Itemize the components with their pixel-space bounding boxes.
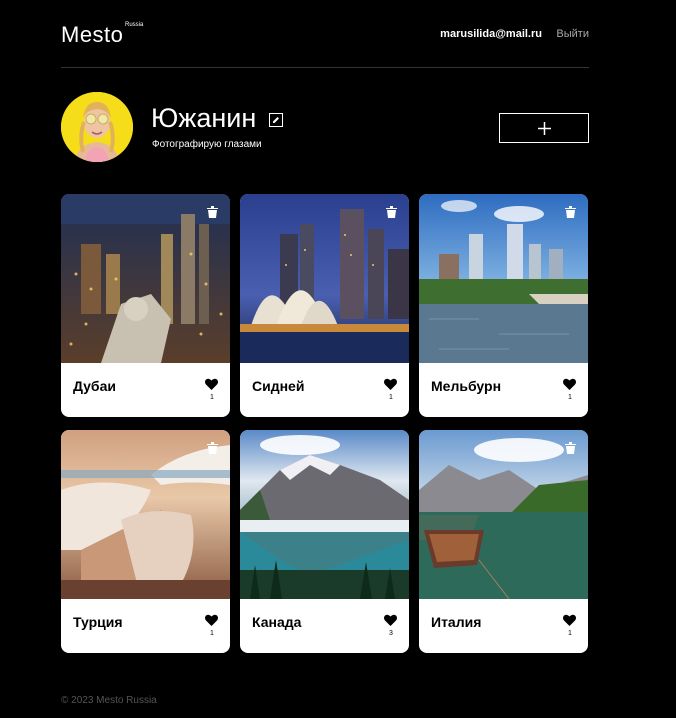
trash-icon[interactable]: [386, 206, 397, 218]
heart-icon[interactable]: [205, 378, 218, 390]
profile: Южанин Фотографирую глазами: [61, 92, 589, 162]
logout-link[interactable]: Выйти: [556, 28, 589, 40]
edit-profile-button[interactable]: [269, 113, 283, 127]
card-title: Дубаи: [73, 378, 116, 394]
card-image[interactable]: [419, 194, 588, 363]
card-image[interactable]: [240, 430, 409, 599]
card-image[interactable]: [61, 430, 230, 599]
logo[interactable]: Mesto: [61, 22, 123, 48]
card-footer: Дубаи 1: [61, 363, 230, 417]
like-count: 1: [389, 394, 393, 401]
logo-subtitle: Russia: [125, 22, 144, 28]
plus-icon: [538, 122, 551, 135]
heart-icon[interactable]: [563, 614, 576, 626]
site-header: Mesto Russia marusilida@mail.ru Выйти: [61, 18, 589, 68]
add-card-button[interactable]: [499, 113, 589, 143]
profile-about: Фотографирую глазами: [152, 139, 262, 150]
card-footer: Италия 1: [419, 599, 588, 653]
copyright: © 2023 Mesto Russia: [61, 695, 157, 706]
card-image[interactable]: [240, 194, 409, 363]
card-title: Италия: [431, 614, 482, 630]
trash-icon[interactable]: [565, 442, 576, 454]
trash-icon[interactable]: [565, 206, 576, 218]
like-count: 1: [210, 630, 214, 637]
user-email: marusilida@mail.ru: [440, 28, 542, 40]
card: Дубаи 1: [61, 194, 230, 417]
avatar[interactable]: [61, 92, 133, 162]
heart-icon[interactable]: [384, 378, 397, 390]
card-footer: Мельбурн 1: [419, 363, 588, 417]
cards-grid: Дубаи 1 Сидней 1 Мельбурн 1 Турция 1 Кан…: [61, 194, 589, 653]
card-footer: Канада 3: [240, 599, 409, 653]
card-image[interactable]: [419, 430, 588, 599]
card: Мельбурн 1: [419, 194, 588, 417]
like-count: 1: [568, 630, 572, 637]
card-title: Турция: [73, 614, 123, 630]
avatar-image: [61, 92, 133, 162]
card-title: Мельбурн: [431, 378, 502, 394]
card: Турция 1: [61, 430, 230, 653]
card-footer: Сидней 1: [240, 363, 409, 417]
trash-icon[interactable]: [207, 206, 218, 218]
profile-name: Южанин: [151, 103, 257, 133]
card-footer: Турция 1: [61, 599, 230, 653]
card-title: Сидней: [252, 378, 305, 394]
card-image[interactable]: [61, 194, 230, 363]
heart-icon[interactable]: [384, 614, 397, 626]
card-title: Канада: [252, 614, 302, 630]
card: Канада 3: [240, 430, 409, 653]
like-count: 1: [210, 394, 214, 401]
trash-icon[interactable]: [207, 442, 218, 454]
card: Сидней 1: [240, 194, 409, 417]
like-count: 1: [568, 394, 572, 401]
pencil-icon: [273, 117, 279, 123]
like-count: 3: [389, 630, 393, 637]
heart-icon[interactable]: [563, 378, 576, 390]
heart-icon[interactable]: [205, 614, 218, 626]
card: Италия 1: [419, 430, 588, 653]
